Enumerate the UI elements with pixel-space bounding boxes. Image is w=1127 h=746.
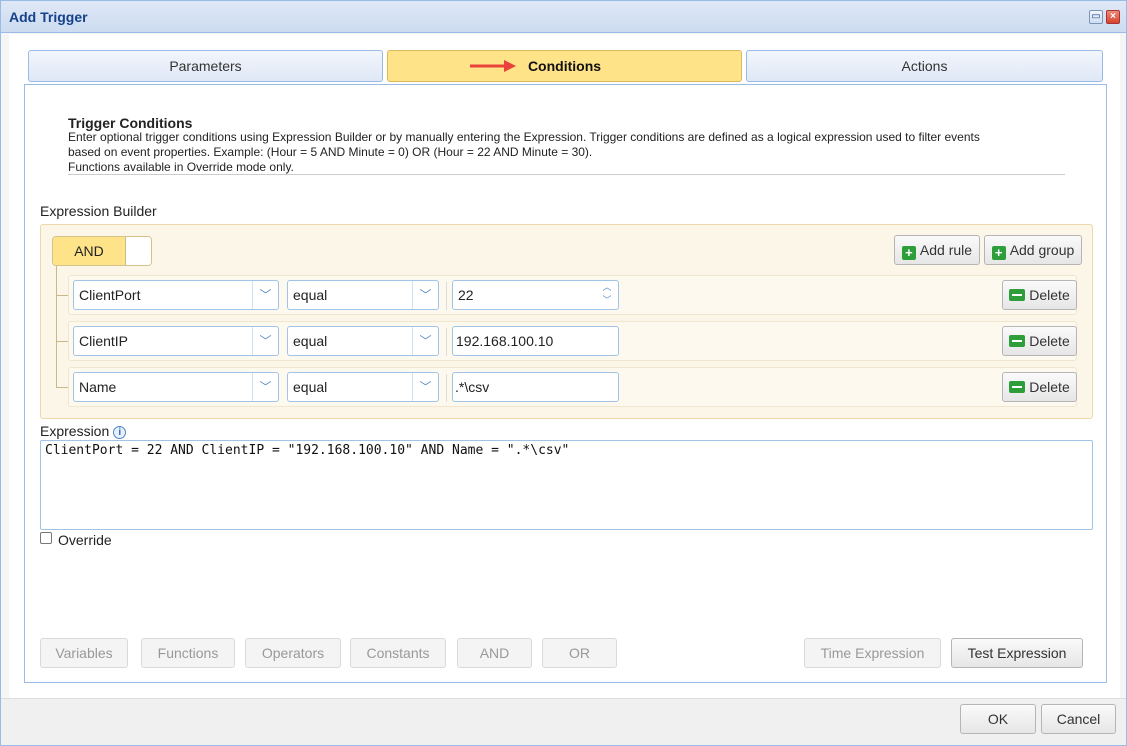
- expression-builder: AND + Add rule + Add group ClientPort ﹀ …: [40, 224, 1093, 419]
- rule-divider: [446, 282, 447, 310]
- rule-value-input[interactable]: 192.168.100.10: [452, 326, 619, 356]
- conditions-panel: Trigger Conditions Enter optional trigge…: [24, 84, 1107, 683]
- expression-label-row: Expression i: [40, 423, 127, 439]
- description-line: based on event properties. Example: (Hou…: [68, 145, 593, 159]
- operators-button[interactable]: Operators: [245, 638, 341, 668]
- rule-operator-value: equal: [293, 287, 328, 303]
- rule-divider: [446, 328, 447, 356]
- delete-label: Delete: [1029, 379, 1070, 395]
- minus-icon: [1009, 381, 1026, 393]
- chevron-down-icon: ﹀: [252, 327, 278, 355]
- override-checkbox[interactable]: [40, 532, 52, 544]
- tree-branch: [56, 295, 68, 296]
- variables-button[interactable]: Variables: [40, 638, 128, 668]
- delete-rule-button[interactable]: Delete: [1002, 372, 1077, 402]
- rule-divider: [446, 374, 447, 402]
- group-operator-toggle[interactable]: AND: [52, 236, 152, 266]
- description-line: Enter optional trigger conditions using …: [68, 130, 980, 144]
- chevron-down-icon: ﹀: [252, 373, 278, 401]
- minus-icon: [1009, 335, 1026, 347]
- rule-operator-select[interactable]: equal ﹀: [287, 372, 439, 402]
- override-label: Override: [58, 532, 112, 548]
- expression-value: ClientPort = 22 AND ClientIP = "192.168.…: [45, 443, 570, 458]
- dialog-footer: OK Cancel: [1, 698, 1126, 745]
- ok-button[interactable]: OK: [960, 704, 1036, 734]
- tab-conditions[interactable]: Conditions: [387, 50, 742, 82]
- rule-value: 22: [458, 287, 474, 303]
- tab-actions-label: Actions: [901, 58, 948, 74]
- add-group-button[interactable]: + Add group: [984, 235, 1082, 265]
- delete-label: Delete: [1029, 287, 1070, 303]
- plus-icon: +: [901, 246, 916, 260]
- add-rule-button[interactable]: + Add rule: [894, 235, 980, 265]
- rule-field-value: ClientIP: [79, 333, 129, 349]
- cancel-button[interactable]: Cancel: [1041, 704, 1116, 734]
- chevron-down-icon: ﹀: [412, 373, 438, 401]
- rule-row: Name ﹀ equal ﹀ .*\csv Delete: [68, 367, 1077, 407]
- rule-field-select[interactable]: ClientPort ﹀: [73, 280, 279, 310]
- rule-field-value: Name: [79, 379, 117, 395]
- expression-label: Expression: [40, 423, 110, 439]
- time-expression-button[interactable]: Time Expression: [804, 638, 941, 668]
- expression-builder-label: Expression Builder: [40, 203, 157, 219]
- test-expression-button[interactable]: Test Expression: [951, 638, 1083, 668]
- rule-field-select[interactable]: Name ﹀: [73, 372, 279, 402]
- rule-field-select[interactable]: ClientIP ﹀: [73, 326, 279, 356]
- group-operator-label: AND: [53, 237, 125, 265]
- rule-row: ClientIP ﹀ equal ﹀ 192.168.100.10 Delete: [68, 321, 1077, 361]
- chevron-down-icon: ﹀: [412, 281, 438, 309]
- constants-button[interactable]: Constants: [350, 638, 446, 668]
- tree-branch: [56, 387, 68, 388]
- expression-textarea[interactable]: ClientPort = 22 AND ClientIP = "192.168.…: [40, 440, 1093, 530]
- rule-operator-select[interactable]: equal ﹀: [287, 280, 439, 310]
- divider: [68, 174, 1065, 175]
- spinner-arrows-icon[interactable]: ︿ ﹀: [596, 281, 618, 309]
- rule-value-spinner[interactable]: 22 ︿ ﹀: [452, 280, 619, 310]
- rule-value: 192.168.100.10: [456, 333, 554, 349]
- chevron-down-icon: ﹀: [252, 281, 278, 309]
- dialog-body: Parameters Conditions Actions Trigger Co…: [9, 34, 1120, 698]
- rule-operator-value: equal: [293, 379, 328, 395]
- plus-icon: +: [991, 246, 1006, 260]
- title-bar: Add Trigger ▭ ×: [1, 1, 1126, 33]
- tab-actions[interactable]: Actions: [746, 50, 1103, 82]
- and-button[interactable]: AND: [457, 638, 532, 668]
- delete-label: Delete: [1029, 333, 1070, 349]
- delete-rule-button[interactable]: Delete: [1002, 280, 1077, 310]
- or-button[interactable]: OR: [542, 638, 617, 668]
- toggle-knob: [125, 237, 151, 265]
- chevron-down-icon: ﹀: [412, 327, 438, 355]
- delete-rule-button[interactable]: Delete: [1002, 326, 1077, 356]
- tree-branch: [56, 341, 68, 342]
- tab-parameters-label: Parameters: [169, 58, 242, 74]
- add-group-label: Add group: [1009, 242, 1075, 258]
- tab-conditions-label: Conditions: [527, 58, 602, 74]
- arrow-right-icon: [470, 60, 516, 72]
- rule-operator-select[interactable]: equal ﹀: [287, 326, 439, 356]
- rule-row: ClientPort ﹀ equal ﹀ 22 ︿ ﹀ Delete: [68, 275, 1077, 315]
- functions-button[interactable]: Functions: [141, 638, 235, 668]
- close-icon[interactable]: ×: [1106, 10, 1120, 24]
- dialog-title: Add Trigger: [9, 9, 88, 25]
- minus-icon: [1009, 289, 1026, 301]
- rule-value: .*\csv: [455, 379, 490, 395]
- info-icon[interactable]: i: [113, 426, 127, 439]
- add-trigger-dialog: Add Trigger ▭ × Parameters Conditions Ac…: [0, 0, 1127, 746]
- rule-value-input[interactable]: .*\csv: [452, 372, 619, 402]
- description-line: Functions available in Override mode onl…: [68, 160, 294, 174]
- section-heading: Trigger Conditions: [68, 115, 193, 131]
- tree-line: [56, 266, 57, 387]
- rule-operator-value: equal: [293, 333, 328, 349]
- restore-icon[interactable]: ▭: [1089, 10, 1103, 24]
- rule-field-value: ClientPort: [79, 287, 141, 303]
- section-description: Enter optional trigger conditions using …: [68, 130, 1068, 175]
- tab-parameters[interactable]: Parameters: [28, 50, 383, 82]
- add-rule-label: Add rule: [919, 242, 973, 258]
